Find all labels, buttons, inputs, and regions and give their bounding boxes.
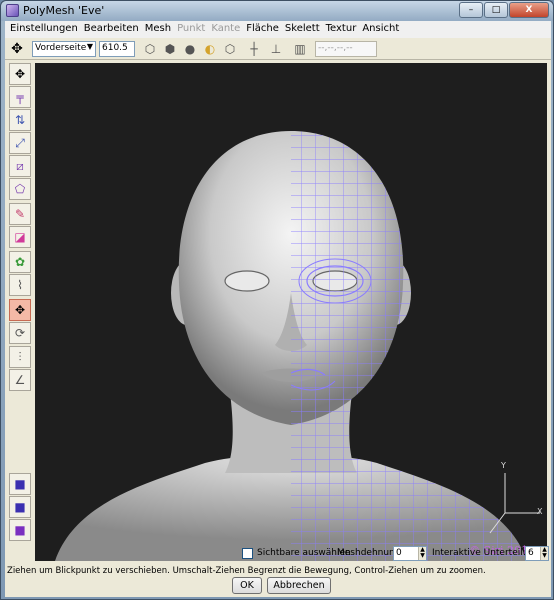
visible-only-checkbox[interactable] — [242, 548, 253, 559]
coordinate-field[interactable]: --,--,--,-- — [315, 41, 377, 57]
axes-toggle-icon[interactable]: ⊥ — [267, 40, 285, 58]
menu-kante[interactable]: Kante — [208, 21, 243, 38]
menu-flaeche[interactable]: Fläche — [243, 21, 282, 38]
measure-tool-icon[interactable]: ⫶ — [9, 346, 31, 368]
wireframe-mode-icon[interactable]: ⬡ — [141, 40, 159, 58]
move-view-toolbar-icon[interactable]: ✥ — [7, 40, 27, 58]
menu-textur[interactable]: Textur — [323, 21, 360, 38]
menu-mesh[interactable]: Mesh — [142, 21, 174, 38]
zoom-field[interactable]: 610.5 — [99, 41, 135, 57]
move-view-icon[interactable]: ✥ — [9, 299, 31, 321]
lasso-tool-icon[interactable]: ✿ — [9, 251, 31, 273]
spinner-arrows-icon[interactable]: ▲ ▼ — [418, 547, 426, 560]
cancel-button[interactable]: Abbrechen — [267, 577, 331, 594]
window-controls: – □ X — [459, 2, 549, 18]
title-bar[interactable]: PolyMesh 'Eve' – □ X — [1, 1, 553, 21]
spinner-arrows-icon[interactable]: ▲ ▼ — [540, 547, 548, 560]
pin-tool-icon[interactable]: ⌇ — [9, 274, 31, 296]
menu-punkt[interactable]: Punkt — [174, 21, 208, 38]
rotate-view-icon[interactable]: ⟳ — [9, 322, 31, 344]
mesh-tension-value: 0 — [396, 548, 402, 558]
bevel-tool-icon[interactable]: ⇅ — [9, 109, 31, 131]
view-direction-value: Vorderseite — [35, 43, 87, 53]
menu-ansicht[interactable]: Ansicht — [359, 21, 402, 38]
mesh-tension-spinner[interactable]: 0 ▲ ▼ — [393, 546, 427, 561]
textured-mode-icon[interactable]: ◐ — [201, 40, 219, 58]
close-button[interactable]: X — [509, 2, 549, 18]
menu-skelett[interactable]: Skelett — [282, 21, 323, 38]
polymesh-window: PolyMesh 'Eve' – □ X Einstellungen Bearb… — [0, 0, 554, 600]
chevron-down-icon: ▼ — [86, 42, 93, 51]
menu-einstellungen[interactable]: Einstellungen — [7, 21, 81, 38]
taper-tool-icon[interactable]: ⬠ — [9, 178, 31, 200]
extrude-tool-icon[interactable]: ⤢ — [9, 132, 31, 154]
smooth-shading-icon[interactable]: ● — [181, 40, 199, 58]
interactive-subdiv-label: Interaktive Unterteilung — [432, 548, 540, 558]
window-title: PolyMesh 'Eve' — [23, 4, 105, 17]
flat-shading-icon[interactable]: ⬢ — [161, 40, 179, 58]
menu-bar: Einstellungen Bearbeiten Mesh Punkt Kant… — [5, 21, 551, 38]
view-direction-select[interactable]: Vorderseite ▼ — [32, 41, 96, 57]
tool-palette: ✥ ╤ ⇅ ⤢ ⧄ ⬠ ✎ ◪ ✿ ⌇ ✥ ⟳ ⫶ ∠ ■ ■ ■ — [7, 63, 31, 561]
ok-button[interactable]: OK — [232, 577, 262, 594]
menu-bearbeiten[interactable]: Bearbeiten — [81, 21, 142, 38]
transparent-mode-icon[interactable]: ⬡ — [221, 40, 239, 58]
smooth-tool-icon[interactable]: ✎ — [9, 203, 31, 225]
options-row: Sichtbare auswählen Meshdehnung: 0 ▲ ▼ In… — [5, 543, 551, 563]
interactive-subdiv-spinner[interactable]: 6 ▲ ▼ — [525, 546, 549, 561]
interactive-subdiv-value: 6 — [528, 548, 534, 558]
select-region-icon[interactable]: ◪ — [9, 226, 31, 248]
grid-toggle-icon[interactable]: ┼ — [245, 40, 263, 58]
3d-viewport[interactable]: Y X © Siri 2010 — [35, 63, 547, 561]
scene-objects-icon[interactable]: ▥ — [291, 40, 309, 58]
head-model-render — [55, 131, 540, 561]
maximize-button[interactable]: □ — [484, 2, 508, 18]
view-cube-icon-1[interactable]: ■ — [9, 473, 31, 495]
skew-tool-icon[interactable]: ⧄ — [9, 155, 31, 177]
view-cube-icon-3[interactable]: ■ — [9, 519, 31, 541]
move-tool-icon[interactable]: ✥ — [9, 63, 31, 85]
toolbar: ✥ Vorderseite ▼ 610.5 ⬡ ⬢ ● ◐ ⬡ ┼ ⊥ ▥ --… — [5, 38, 551, 60]
axis-x-label: X — [537, 507, 543, 516]
status-hint: Ziehen um Blickpunkt zu verschieben. Ums… — [7, 566, 486, 576]
client-area: Einstellungen Bearbeiten Mesh Punkt Kant… — [5, 21, 551, 597]
minimize-button[interactable]: – — [459, 2, 483, 18]
axis-y-label: Y — [501, 461, 506, 470]
reshape-tool-icon[interactable]: ╤ — [9, 86, 31, 108]
app-icon — [6, 4, 19, 17]
view-cube-icon-2[interactable]: ■ — [9, 496, 31, 518]
angle-tool-icon[interactable]: ∠ — [9, 369, 31, 391]
